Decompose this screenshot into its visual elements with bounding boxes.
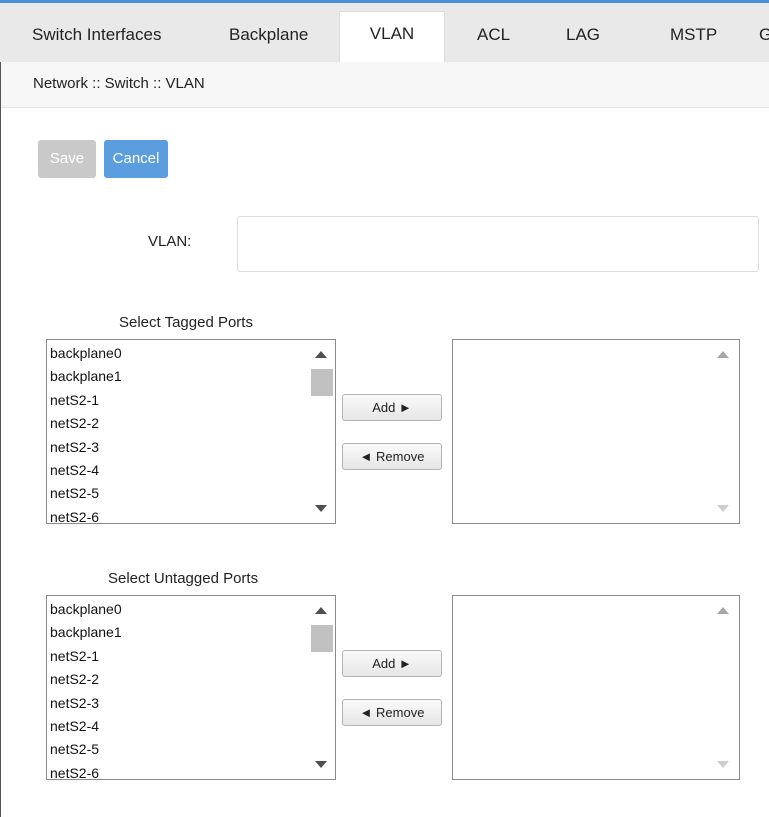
- list-item[interactable]: backplane0: [50, 598, 122, 621]
- tab-vlan[interactable]: VLAN: [339, 11, 445, 65]
- list-item[interactable]: netS2-2: [50, 412, 122, 435]
- list-item[interactable]: netS2-1: [50, 389, 122, 412]
- scroll-down-icon[interactable]: [315, 505, 327, 512]
- list-item[interactable]: netS2-6: [50, 762, 122, 779]
- tagged-selected-list[interactable]: [452, 339, 740, 524]
- scroll-down-icon[interactable]: [315, 761, 327, 768]
- scroll-up-icon[interactable]: [315, 351, 327, 358]
- tab-switch-interfaces[interactable]: Switch Interfaces: [32, 13, 161, 63]
- scroll-up-icon[interactable]: [717, 351, 729, 358]
- list-item[interactable]: netS2-6: [50, 506, 122, 523]
- window-left-border: [0, 0, 1, 817]
- scroll-down-icon[interactable]: [717, 761, 729, 768]
- tab-bar: Switch Interfaces Backplane VLAN ACL LAG…: [0, 0, 769, 65]
- vlan-label: VLAN:: [148, 233, 192, 250]
- breadcrumb: Network :: Switch :: VLAN: [33, 75, 205, 92]
- list-item[interactable]: netS2-1: [50, 645, 122, 668]
- breadcrumb-bar: Network :: Switch :: VLAN: [1, 62, 769, 108]
- tagged-add-button[interactable]: Add ►: [342, 394, 442, 421]
- list-item[interactable]: backplane1: [50, 365, 122, 388]
- tab-g[interactable]: G: [759, 13, 769, 63]
- list-item[interactable]: netS2-5: [50, 482, 122, 505]
- list-item[interactable]: netS2-4: [50, 715, 122, 738]
- list-item[interactable]: backplane1: [50, 621, 122, 644]
- list-item[interactable]: netS2-3: [50, 692, 122, 715]
- untagged-ports-title: Select Untagged Ports: [108, 570, 259, 587]
- tagged-ports-title: Select Tagged Ports: [119, 314, 253, 331]
- save-button[interactable]: Save: [38, 140, 96, 178]
- tab-lag[interactable]: LAG: [566, 13, 600, 63]
- cancel-button[interactable]: Cancel: [104, 140, 168, 178]
- untagged-remove-button[interactable]: ◄ Remove: [342, 699, 442, 726]
- tagged-list-scrollbar[interactable]: [309, 340, 335, 523]
- scroll-thumb[interactable]: [311, 369, 333, 396]
- untagged-list-scrollbar[interactable]: [309, 596, 335, 779]
- list-item[interactable]: netS2-3: [50, 436, 122, 459]
- vlan-input[interactable]: [237, 216, 759, 272]
- tab-acl[interactable]: ACL: [477, 13, 510, 63]
- untagged-available-list[interactable]: backplane0 backplane1 netS2-1 netS2-2 ne…: [46, 595, 336, 780]
- untagged-port-options: backplane0 backplane1 netS2-1 netS2-2 ne…: [50, 598, 122, 779]
- tab-mstp[interactable]: MSTP: [670, 13, 717, 63]
- list-item[interactable]: netS2-5: [50, 738, 122, 761]
- scroll-thumb[interactable]: [311, 625, 333, 652]
- list-item[interactable]: netS2-2: [50, 668, 122, 691]
- untagged-selected-list[interactable]: [452, 595, 740, 780]
- tab-backplane[interactable]: Backplane: [229, 13, 308, 63]
- tagged-available-list[interactable]: backplane0 backplane1 netS2-1 netS2-2 ne…: [46, 339, 336, 524]
- scroll-down-icon[interactable]: [717, 505, 729, 512]
- tagged-remove-button[interactable]: ◄ Remove: [342, 443, 442, 470]
- untagged-add-button[interactable]: Add ►: [342, 650, 442, 677]
- tagged-port-options: backplane0 backplane1 netS2-1 netS2-2 ne…: [50, 342, 122, 523]
- scroll-up-icon[interactable]: [717, 607, 729, 614]
- list-item[interactable]: backplane0: [50, 342, 122, 365]
- scroll-up-icon[interactable]: [315, 607, 327, 614]
- list-item[interactable]: netS2-4: [50, 459, 122, 482]
